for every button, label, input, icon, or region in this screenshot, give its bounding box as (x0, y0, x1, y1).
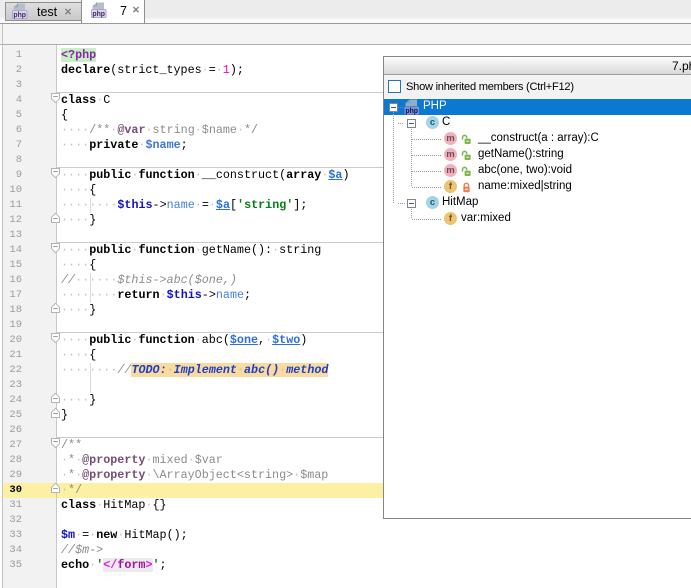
svg-text:php: php (92, 11, 105, 18)
svg-text:php: php (13, 12, 26, 19)
svg-text:php: php (405, 108, 418, 115)
